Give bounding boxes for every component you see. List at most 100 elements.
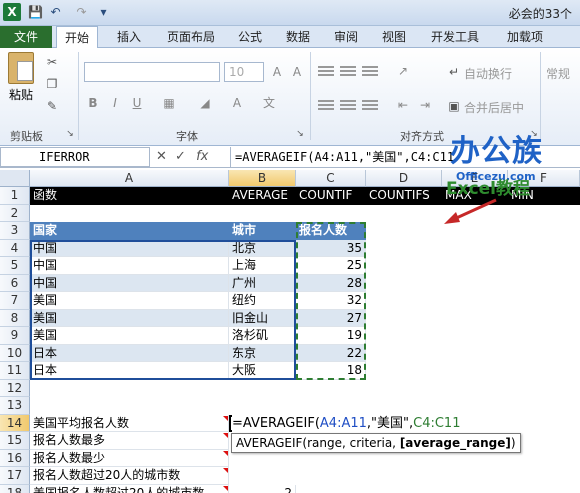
shrink-font-icon[interactable]: A — [288, 63, 306, 81]
cell-a1[interactable]: 函数 — [30, 187, 229, 205]
tab-view[interactable]: 视图 — [376, 26, 412, 48]
cell-a16[interactable]: 报名人数最少 — [30, 449, 229, 467]
cell-b10[interactable]: 东京 — [229, 344, 296, 362]
column-header-d[interactable]: D — [366, 170, 442, 187]
save-icon[interactable]: 💾 — [28, 5, 43, 20]
cell-d1[interactable]: COUNTIFS — [366, 187, 442, 205]
tab-review[interactable]: 审阅 — [328, 26, 364, 48]
cell-c4[interactable]: 35 — [296, 239, 366, 257]
align-left-icon[interactable] — [318, 98, 334, 112]
row-header-8[interactable]: 8 — [0, 309, 30, 327]
row-header-12[interactable]: 12 — [0, 379, 30, 397]
cell-b4[interactable]: 北京 — [229, 239, 296, 257]
row-header-13[interactable]: 13 — [0, 397, 30, 415]
format-painter-icon[interactable]: ✎ — [44, 98, 60, 114]
align-right-icon[interactable] — [362, 98, 378, 112]
row-header-6[interactable]: 6 — [0, 274, 30, 292]
row-header-7[interactable]: 7 — [0, 292, 30, 310]
insert-function-button[interactable]: fx — [196, 149, 208, 164]
cut-icon[interactable]: ✂ — [44, 54, 60, 70]
cell-a10[interactable]: 日本 — [30, 344, 229, 362]
cell-c11[interactable]: 18 — [296, 362, 366, 380]
cell-b5[interactable]: 上海 — [229, 257, 296, 275]
cell-c3[interactable]: 报名人数 — [296, 222, 366, 240]
dialog-launcher-icon[interactable]: ↘ — [62, 126, 78, 142]
italic-button[interactable]: I — [106, 94, 124, 112]
row-header-16[interactable]: 16 — [0, 449, 30, 467]
align-top-icon[interactable] — [318, 64, 334, 78]
undo-icon[interactable]: ↶ — [48, 5, 63, 20]
cell-b1[interactable]: AVERAGE — [229, 187, 296, 205]
row-header-10[interactable]: 10 — [0, 344, 30, 362]
font-dialog-launcher-icon[interactable]: ↘ — [292, 126, 308, 142]
cell-b3[interactable]: 城市 — [229, 222, 296, 240]
select-all-corner[interactable] — [0, 170, 30, 187]
cell-a11[interactable]: 日本 — [30, 362, 229, 380]
cell-b11[interactable]: 大阪 — [229, 362, 296, 380]
tab-file[interactable]: 文件 — [0, 26, 52, 48]
paste-button[interactable]: 粘贴 — [4, 52, 38, 118]
cell-a17[interactable]: 报名人数超过20人的城市数 — [30, 467, 229, 485]
cell-a6[interactable]: 中国 — [30, 274, 229, 292]
number-format-box[interactable]: 常规 — [546, 65, 570, 82]
cell-b6[interactable]: 广州 — [229, 274, 296, 292]
font-name-box[interactable] — [84, 62, 220, 82]
underline-button[interactable]: U — [128, 94, 146, 112]
tab-data[interactable]: 数据 — [280, 26, 316, 48]
cell-a5[interactable]: 中国 — [30, 257, 229, 275]
merge-center-button[interactable]: 合并后居中 — [464, 99, 524, 116]
row-header-15[interactable]: 15 — [0, 432, 30, 450]
font-size-box[interactable]: 10 — [224, 62, 264, 82]
cell-c5[interactable]: 25 — [296, 257, 366, 275]
cell-b9[interactable]: 洛杉矶 — [229, 327, 296, 345]
row-header-11[interactable]: 11 — [0, 362, 30, 380]
cell-b7[interactable]: 纽约 — [229, 292, 296, 310]
cell-c7[interactable]: 32 — [296, 292, 366, 310]
tooltip-signature[interactable]: AVERAGEIF(range, criteria, — [236, 436, 400, 450]
merge-center-icon[interactable]: ▣ — [446, 98, 462, 114]
cell-a4[interactable]: 中国 — [30, 239, 229, 257]
cell-a14[interactable]: 美国平均报名人数 — [30, 414, 229, 432]
column-header-b[interactable]: B — [229, 170, 296, 187]
cell-a18[interactable]: 美国报名人数超过20人的城市数 — [30, 484, 229, 493]
border-icon[interactable]: ▦ — [160, 94, 178, 112]
tab-addins[interactable]: 加载项 — [500, 26, 550, 48]
fill-color-icon[interactable]: ◢ — [196, 94, 214, 112]
close-icon[interactable]: ✕ — [156, 149, 167, 164]
name-box[interactable]: IFERROR — [0, 147, 150, 167]
increase-indent-icon[interactable]: ⇥ — [416, 96, 434, 114]
cell-a3[interactable]: 国家 — [30, 222, 229, 240]
wrap-text-icon[interactable]: ↵ — [446, 64, 462, 80]
cell-a9[interactable]: 美国 — [30, 327, 229, 345]
row-header-4[interactable]: 4 — [0, 239, 30, 257]
check-icon[interactable]: ✓ — [175, 149, 186, 164]
customize-qat-icon[interactable]: ▾ — [96, 5, 111, 20]
tab-home[interactable]: 开始 — [56, 26, 98, 49]
tab-developer[interactable]: 开发工具 — [422, 26, 488, 48]
tab-formulas[interactable]: 公式 — [232, 26, 268, 48]
phonetic-icon[interactable]: 文 — [260, 94, 278, 112]
cell-c10[interactable]: 22 — [296, 344, 366, 362]
orientation-icon[interactable]: ↗ — [394, 62, 412, 80]
cell-a15[interactable]: 报名人数最多 — [30, 432, 229, 450]
cell-a8[interactable]: 美国 — [30, 309, 229, 327]
copy-icon[interactable]: ❐ — [44, 76, 60, 92]
cell-c6[interactable]: 28 — [296, 274, 366, 292]
row-header-17[interactable]: 17 — [0, 467, 30, 485]
bold-button[interactable]: B — [84, 94, 102, 112]
row-header-9[interactable]: 9 — [0, 327, 30, 345]
cell-c1[interactable]: COUNTIF — [296, 187, 366, 205]
tab-page-layout[interactable]: 页面布局 — [158, 26, 224, 48]
font-color-icon[interactable]: A — [228, 94, 246, 112]
row-header-18[interactable]: 18 — [0, 484, 30, 493]
cell-b8[interactable]: 旧金山 — [229, 309, 296, 327]
tab-insert[interactable]: 插入 — [108, 26, 150, 48]
row-header-5[interactable]: 5 — [0, 257, 30, 275]
wrap-text-button[interactable]: 自动换行 — [464, 65, 512, 82]
cell-a7[interactable]: 美国 — [30, 292, 229, 310]
align-middle-icon[interactable] — [340, 64, 356, 78]
grow-font-icon[interactable]: A — [268, 63, 286, 81]
row-header-2[interactable]: 2 — [0, 204, 30, 222]
cell-c9[interactable]: 19 — [296, 327, 366, 345]
column-header-c[interactable]: C — [296, 170, 366, 187]
